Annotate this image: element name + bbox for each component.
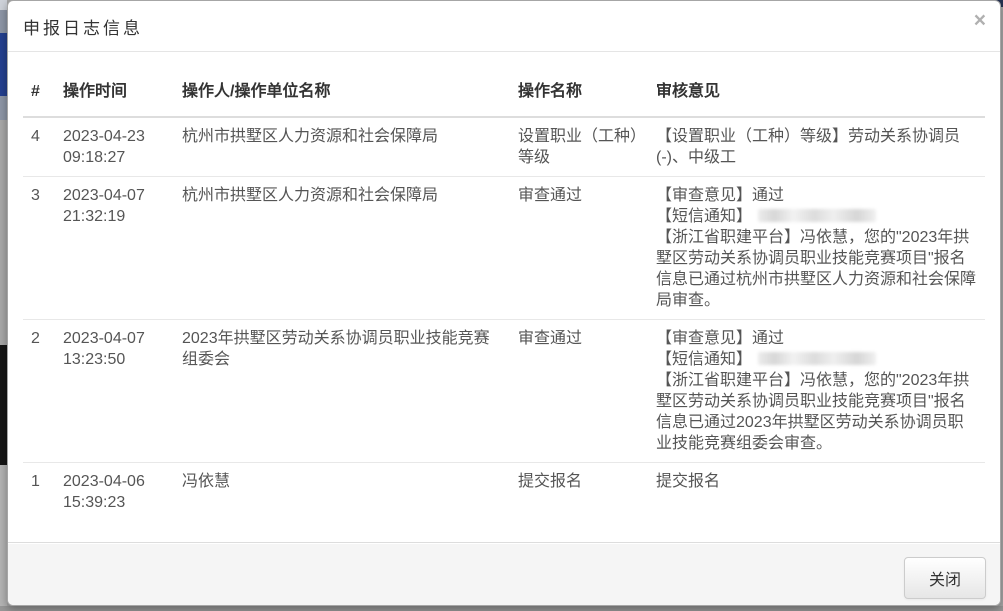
background-bottom [0, 606, 1003, 611]
redacted-sms-recipient [758, 352, 876, 365]
col-header-operation: 操作名称 [510, 67, 648, 117]
col-header-index: # [23, 67, 55, 117]
opinion-line: 【审查意见】通过 [656, 328, 977, 349]
cell-operation: 审查通过 [510, 177, 648, 320]
background-strip [0, 465, 7, 611]
cell-time: 2023-04-23 09:18:27 [55, 117, 174, 177]
opinion-line: 【短信通知】 [656, 206, 977, 227]
cell-opinion: 提交报名 [648, 463, 985, 522]
opinion-line: 【浙江省职建平台】冯依慧，您的"2023年拱墅区劳动关系协调员职业技能竞赛项目"… [656, 370, 977, 454]
log-dialog: 申报日志信息 × # 操作时间 操作人/操作单位名称 操作名称 审核意见 420… [7, 0, 1001, 606]
opinion-line: 【设置职业（工种）等级】劳动关系协调员(-)、中级工 [656, 126, 977, 168]
cell-time: 2023-04-06 15:39:23 [55, 463, 174, 522]
cell-operator: 冯依慧 [174, 463, 510, 522]
dialog-footer: 关闭 [8, 542, 1000, 605]
cell-opinion: 【审查意见】通过【短信通知】【浙江省职建平台】冯依慧，您的"2023年拱墅区劳动… [648, 177, 985, 320]
close-button[interactable]: 关闭 [904, 557, 986, 599]
cell-index: 1 [23, 463, 55, 522]
cell-index: 3 [23, 177, 55, 320]
dialog-title: 申报日志信息 [23, 14, 985, 39]
cell-index: 2 [23, 320, 55, 463]
close-icon[interactable]: × [974, 10, 986, 31]
background-strip-dark [0, 345, 7, 465]
log-table: # 操作时间 操作人/操作单位名称 操作名称 审核意见 42023-04-23 … [23, 67, 985, 521]
cell-operator: 2023年拱墅区劳动关系协调员职业技能竞赛组委会 [174, 320, 510, 463]
opinion-line: 【浙江省职建平台】冯依慧，您的"2023年拱墅区劳动关系协调员职业技能竞赛项目"… [656, 227, 977, 311]
dialog-body: # 操作时间 操作人/操作单位名称 操作名称 审核意见 42023-04-23 … [8, 52, 1000, 536]
background-strip [0, 0, 7, 10]
dialog-header: 申报日志信息 × [8, 1, 1000, 52]
redacted-sms-recipient [758, 209, 876, 222]
table-row: 22023-04-07 13:23:502023年拱墅区劳动关系协调员职业技能竞… [23, 320, 985, 463]
background-strip-blue [0, 33, 7, 96]
cell-operation: 设置职业（工种）等级 [510, 117, 648, 177]
col-header-time: 操作时间 [55, 67, 174, 117]
cell-operation: 审查通过 [510, 320, 648, 463]
cell-operation: 提交报名 [510, 463, 648, 522]
cell-operator: 杭州市拱墅区人力资源和社会保障局 [174, 177, 510, 320]
opinion-line: 【审查意见】通过 [656, 185, 977, 206]
table-row: 42023-04-23 09:18:27杭州市拱墅区人力资源和社会保障局设置职业… [23, 117, 985, 177]
background-strip [0, 10, 7, 33]
cell-opinion: 【审查意见】通过【短信通知】【浙江省职建平台】冯依慧，您的"2023年拱墅区劳动… [648, 320, 985, 463]
col-header-operator: 操作人/操作单位名称 [174, 67, 510, 117]
opinion-line: 【短信通知】 [656, 349, 977, 370]
cell-index: 4 [23, 117, 55, 177]
table-row: 12023-04-06 15:39:23冯依慧提交报名提交报名 [23, 463, 985, 522]
background-strip [0, 120, 7, 345]
cell-time: 2023-04-07 13:23:50 [55, 320, 174, 463]
log-table-body: 42023-04-23 09:18:27杭州市拱墅区人力资源和社会保障局设置职业… [23, 117, 985, 521]
table-header-row: # 操作时间 操作人/操作单位名称 操作名称 审核意见 [23, 67, 985, 117]
background-strip [0, 96, 7, 120]
opinion-line: 提交报名 [656, 471, 977, 492]
cell-opinion: 【设置职业（工种）等级】劳动关系协调员(-)、中级工 [648, 117, 985, 177]
cell-operator: 杭州市拱墅区人力资源和社会保障局 [174, 117, 510, 177]
col-header-opinion: 审核意见 [648, 67, 985, 117]
cell-time: 2023-04-07 21:32:19 [55, 177, 174, 320]
table-row: 32023-04-07 21:32:19杭州市拱墅区人力资源和社会保障局审查通过… [23, 177, 985, 320]
